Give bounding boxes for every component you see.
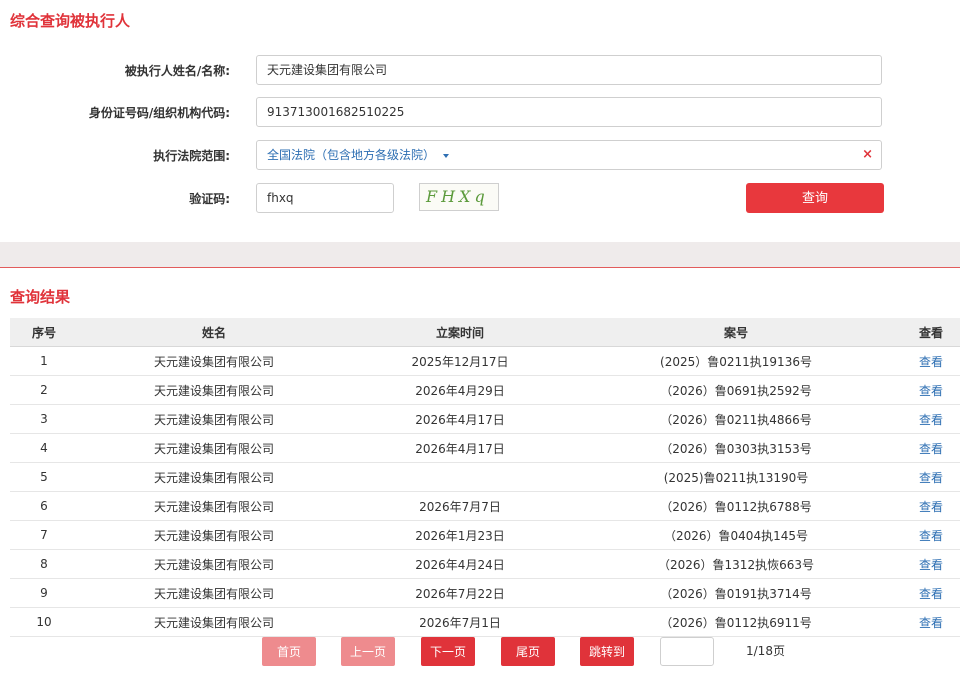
view-link[interactable]: 查看: [902, 607, 960, 637]
view-link[interactable]: 查看: [902, 346, 960, 376]
table-row: 4 天元建设集团有限公司 2026年4月17日 （2026）鲁0303执3153…: [10, 433, 960, 463]
row-case-number: （2026）鲁0112执6788号: [570, 491, 902, 521]
header-name: 姓名: [78, 318, 350, 347]
court-select-value: 全国法院（包含地方各级法院）: [267, 148, 436, 162]
table-row: 10 天元建设集团有限公司 2026年7月1日 （2026）鲁0112执6911…: [10, 607, 960, 637]
row-name: 天元建设集团有限公司: [78, 578, 350, 608]
page-count: 1/18页: [746, 644, 785, 658]
view-link[interactable]: 查看: [902, 549, 960, 579]
name-input[interactable]: 天元建设集团有限公司: [256, 55, 882, 85]
row-name: 天元建设集团有限公司: [78, 549, 350, 579]
results-table: 序号 姓名 立案时间 案号 查看 1 天元建设集团有限公司 2025年12月17…: [10, 318, 960, 637]
pagination: 首页 上一页 下一页 尾页 跳转到 1/18页: [262, 637, 862, 666]
row-date: 2025年12月17日: [350, 346, 570, 376]
section-divider: [0, 242, 960, 268]
last-page-button[interactable]: 尾页: [501, 637, 555, 666]
row-no: 5: [10, 462, 78, 492]
row-case-number: (2025）鲁0211执19136号: [570, 346, 902, 376]
name-row: 被执行人姓名/名称: 天元建设集团有限公司: [0, 55, 960, 87]
row-no: 4: [10, 433, 78, 463]
header-no: 序号: [10, 318, 78, 347]
table-row: 2 天元建设集团有限公司 2026年4月29日 （2026）鲁0691执2592…: [10, 375, 960, 405]
captcha-label: 验证码:: [189, 192, 230, 206]
row-no: 6: [10, 491, 78, 521]
view-link[interactable]: 查看: [902, 520, 960, 550]
captcha-row: 验证码: fhxq FHXq 查询: [0, 183, 960, 215]
query-button[interactable]: 查询: [746, 183, 884, 213]
first-page-button[interactable]: 首页: [262, 637, 316, 666]
row-case-number: （2026）鲁0211执4866号: [570, 404, 902, 434]
id-input[interactable]: 913713001682510225: [256, 97, 882, 127]
next-page-button[interactable]: 下一页: [421, 637, 475, 666]
row-case-number: （2026）鲁0691执2592号: [570, 375, 902, 405]
view-link[interactable]: 查看: [902, 375, 960, 405]
row-name: 天元建设集团有限公司: [78, 491, 350, 521]
row-name: 天元建设集团有限公司: [78, 404, 350, 434]
row-no: 7: [10, 520, 78, 550]
row-case-number: (2025)鲁0211执13190号: [570, 462, 902, 492]
row-name: 天元建设集团有限公司: [78, 375, 350, 405]
row-no: 9: [10, 578, 78, 608]
row-name: 天元建设集团有限公司: [78, 433, 350, 463]
table-row: 7 天元建设集团有限公司 2026年1月23日 （2026）鲁0404执145号…: [10, 520, 960, 550]
row-date: 2026年4月17日: [350, 404, 570, 434]
row-no: 8: [10, 549, 78, 579]
header-case: 案号: [570, 318, 902, 347]
jump-button[interactable]: 跳转到: [580, 637, 634, 666]
id-label: 身份证号码/组织机构代码:: [88, 106, 230, 120]
row-date: 2026年7月1日: [350, 607, 570, 637]
row-no: 3: [10, 404, 78, 434]
row-date: 2026年4月29日: [350, 375, 570, 405]
row-date: 2026年7月22日: [350, 578, 570, 608]
row-date: 2026年7月7日: [350, 491, 570, 521]
table-row: 1 天元建设集团有限公司 2025年12月17日 (2025）鲁0211执191…: [10, 346, 960, 376]
row-name: 天元建设集团有限公司: [78, 520, 350, 550]
row-date: 2026年1月23日: [350, 520, 570, 550]
row-name: 天元建设集团有限公司: [78, 346, 350, 376]
row-case-number: （2026）鲁0404执145号: [570, 520, 902, 550]
id-row: 身份证号码/组织机构代码: 913713001682510225: [0, 97, 960, 129]
court-row: 执行法院范围: 全国法院（包含地方各级法院） ×: [0, 140, 960, 172]
row-case-number: （2026）鲁0303执3153号: [570, 433, 902, 463]
table-header-row: 序号 姓名 立案时间 案号 查看: [10, 318, 960, 347]
row-name: 天元建设集团有限公司: [78, 462, 350, 492]
row-case-number: （2026）鲁1312执恢663号: [570, 549, 902, 579]
court-select[interactable]: 全国法院（包含地方各级法院） ×: [256, 140, 882, 170]
table-row: 9 天元建设集团有限公司 2026年7月22日 （2026）鲁0191执3714…: [10, 578, 960, 608]
table-row: 5 天元建设集团有限公司 (2025)鲁0211执13190号 查看: [10, 462, 960, 492]
row-case-number: （2026）鲁0112执6911号: [570, 607, 902, 637]
view-link[interactable]: 查看: [902, 491, 960, 521]
view-link[interactable]: 查看: [902, 404, 960, 434]
captcha-input[interactable]: fhxq: [256, 183, 394, 213]
table-row: 3 天元建设集团有限公司 2026年4月17日 （2026）鲁0211执4866…: [10, 404, 960, 434]
row-no: 10: [10, 607, 78, 637]
table-row: 8 天元建设集团有限公司 2026年4月24日 （2026）鲁1312执恢663…: [10, 549, 960, 579]
page-number-input[interactable]: [660, 637, 714, 666]
row-date: [350, 462, 570, 492]
prev-page-button[interactable]: 上一页: [341, 637, 395, 666]
results-section-title: 查询结果: [10, 288, 71, 306]
clear-icon[interactable]: ×: [862, 141, 873, 169]
row-no: 1: [10, 346, 78, 376]
table-row: 6 天元建设集团有限公司 2026年7月7日 （2026）鲁0112执6788号…: [10, 491, 960, 521]
view-link[interactable]: 查看: [902, 578, 960, 608]
row-name: 天元建设集团有限公司: [78, 607, 350, 637]
search-section-title: 综合查询被执行人: [10, 12, 131, 30]
view-link[interactable]: 查看: [902, 462, 960, 492]
header-date: 立案时间: [350, 318, 570, 347]
name-label: 被执行人姓名/名称:: [124, 64, 230, 78]
court-label: 执行法院范围:: [153, 149, 230, 163]
caret-down-icon: [443, 153, 450, 158]
captcha-image[interactable]: FHXq: [419, 183, 499, 211]
row-no: 2: [10, 375, 78, 405]
row-case-number: （2026）鲁0191执3714号: [570, 578, 902, 608]
row-date: 2026年4月17日: [350, 433, 570, 463]
row-date: 2026年4月24日: [350, 549, 570, 579]
view-link[interactable]: 查看: [902, 433, 960, 463]
header-view: 查看: [902, 318, 960, 347]
